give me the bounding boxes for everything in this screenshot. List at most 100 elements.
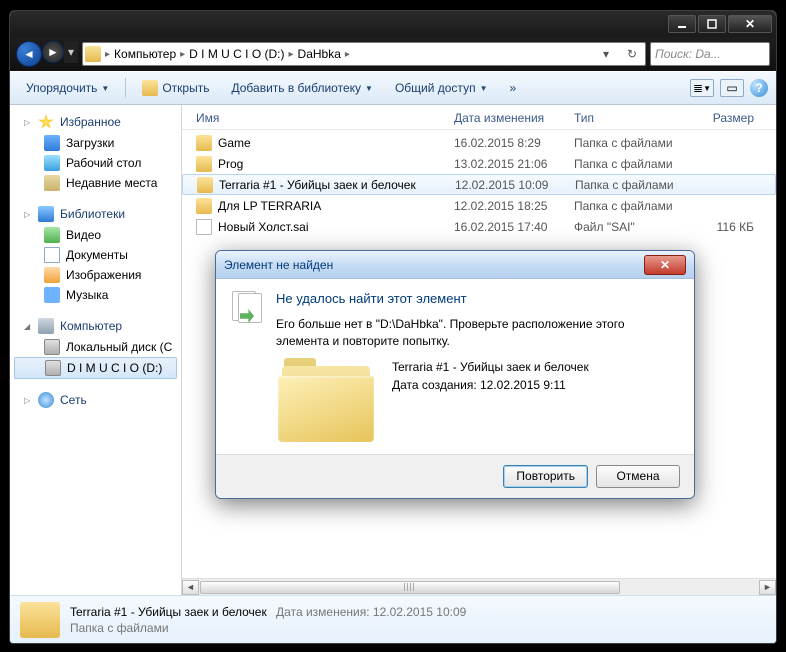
close-button[interactable]: ✕ (728, 15, 772, 33)
column-headers[interactable]: Имя Дата изменения Тип Размер (182, 105, 776, 130)
maximize-button[interactable] (698, 15, 726, 33)
sidebar-item-drive-c[interactable]: Локальный диск (C (10, 337, 181, 357)
toolbar: Упорядочить▼ Открыть Добавить в библиоте… (10, 71, 776, 105)
sidebar-item-documents[interactable]: Документы (10, 245, 181, 265)
file-date: 12.02.2015 18:25 (454, 199, 574, 213)
sidebar-network[interactable]: ▷Сеть (10, 389, 181, 411)
file-date: 12.02.2015 10:09 (455, 178, 575, 192)
file-name: Game (218, 136, 251, 150)
sidebar-favorites[interactable]: ▷Избранное (10, 111, 181, 133)
preview-pane-toggle[interactable]: ▭ (720, 79, 744, 97)
organize-menu[interactable]: Упорядочить▼ (18, 78, 117, 98)
minimize-button[interactable] (668, 15, 696, 33)
address-bar[interactable]: ▸Компьютер▸ D I M U C I O (D:)▸ DaHbka▸ … (82, 42, 646, 66)
table-row[interactable]: Terraria #1 - Убийцы заек и белочек 12.02… (182, 174, 776, 195)
move-icon (232, 291, 264, 323)
file-name: Новый Холст.sai (218, 220, 309, 234)
dialog-item-created: Дата создания: 12.02.2015 9:11 (392, 376, 678, 394)
folder-icon (276, 358, 376, 448)
sidebar-item-music[interactable]: Музыка (10, 285, 181, 305)
file-name: Terraria #1 - Убийцы заек и белочек (219, 178, 416, 192)
retry-button[interactable]: Повторить (503, 465, 588, 488)
drive-icon (44, 339, 60, 355)
sidebar-item-video[interactable]: Видео (10, 225, 181, 245)
titlebar[interactable]: ✕ (10, 11, 776, 37)
status-type: Папка с файлами (70, 621, 466, 635)
address-dropdown[interactable]: ▾ (595, 43, 617, 65)
file-name: Prog (218, 157, 243, 171)
library-icon (38, 206, 54, 222)
column-type[interactable]: Тип (574, 111, 694, 125)
more-menu[interactable]: » (501, 78, 526, 98)
forward-button[interactable]: ► (42, 41, 64, 63)
scroll-right-button[interactable]: ► (759, 580, 776, 595)
sidebar-item-recent[interactable]: Недавние места (10, 173, 181, 193)
folder-icon (196, 135, 212, 151)
dialog-title: Элемент не найден (224, 258, 333, 272)
history-dropdown[interactable]: ▾ (64, 41, 78, 63)
search-input[interactable]: Поиск: Da... (650, 42, 770, 66)
table-row[interactable]: Новый Холст.sai16.02.2015 17:40Файл "SAI… (182, 216, 776, 237)
network-icon (38, 392, 54, 408)
file-date: 13.02.2015 21:06 (454, 157, 574, 171)
file-name: Для LP TERRARIA (218, 199, 321, 213)
file-type: Папка с файлами (575, 178, 695, 192)
dialog-heading: Не удалось найти этот элемент (276, 291, 678, 306)
view-options[interactable]: ≣ ▼ (690, 79, 714, 97)
status-bar: Terraria #1 - Убийцы заек и белочек Дата… (10, 595, 776, 643)
folder-icon (20, 602, 60, 638)
folder-icon (85, 46, 101, 62)
sidebar-item-desktop[interactable]: Рабочий стол (10, 153, 181, 173)
music-icon (44, 287, 60, 303)
help-button[interactable]: ? (750, 79, 768, 97)
open-icon (142, 80, 158, 96)
sidebar-libraries[interactable]: ▷Библиотеки (10, 203, 181, 225)
scroll-thumb[interactable] (200, 581, 620, 594)
folder-icon (197, 177, 213, 193)
navigation-bar: ◄ ► ▾ ▸Компьютер▸ D I M U C I O (D:)▸ Da… (10, 37, 776, 71)
folder-icon (196, 156, 212, 172)
file-type: Папка с файлами (574, 136, 694, 150)
add-to-library-menu[interactable]: Добавить в библиотеку▼ (223, 78, 380, 98)
table-row[interactable]: Для LP TERRARIA 12.02.2015 18:25Папка с ф… (182, 195, 776, 216)
column-size[interactable]: Размер (694, 111, 754, 125)
column-date[interactable]: Дата изменения (454, 111, 574, 125)
document-icon (44, 247, 60, 263)
refresh-button[interactable]: ↻ (621, 43, 643, 65)
back-button[interactable]: ◄ (16, 41, 42, 67)
folder-icon (196, 198, 212, 214)
recent-icon (44, 175, 60, 191)
file-size: 116 КБ (694, 220, 754, 234)
sidebar: ▷Избранное Загрузки Рабочий стол Недавни… (10, 105, 182, 595)
scroll-left-button[interactable]: ◄ (182, 580, 199, 595)
file-type: Папка с файлами (574, 199, 694, 213)
sidebar-computer[interactable]: ◢Компьютер (10, 315, 181, 337)
table-row[interactable]: Game 16.02.2015 8:29Папка с файлами (182, 132, 776, 153)
dialog-message: Его больше нет в "D:\DaHbka". Проверьте … (276, 316, 678, 350)
sidebar-item-downloads[interactable]: Загрузки (10, 133, 181, 153)
drive-icon (45, 360, 61, 376)
star-icon (38, 114, 54, 130)
open-button[interactable]: Открыть (134, 77, 217, 99)
cancel-button[interactable]: Отмена (596, 465, 680, 488)
breadcrumb[interactable]: D I M U C I O (D:)▸ (189, 47, 293, 61)
dialog-close-button[interactable]: ✕ (644, 255, 686, 275)
horizontal-scrollbar[interactable]: ◄ ► (182, 578, 776, 595)
breadcrumb[interactable]: DaHbka▸ (298, 47, 350, 61)
file-type: Папка с файлами (574, 157, 694, 171)
download-icon (44, 135, 60, 151)
file-icon (196, 219, 212, 235)
file-date: 16.02.2015 8:29 (454, 136, 574, 150)
column-name[interactable]: Имя (196, 111, 454, 125)
file-date: 16.02.2015 17:40 (454, 220, 574, 234)
computer-icon (38, 318, 54, 334)
table-row[interactable]: Prog 13.02.2015 21:06Папка с файлами (182, 153, 776, 174)
video-icon (44, 227, 60, 243)
breadcrumb[interactable]: ▸Компьютер▸ (105, 47, 185, 61)
sidebar-item-drive-d[interactable]: D I M U C I O (D:) (14, 357, 177, 379)
share-menu[interactable]: Общий доступ▼ (387, 78, 496, 98)
dialog-titlebar[interactable]: Элемент не найден ✕ (216, 251, 694, 279)
desktop-icon (44, 155, 60, 171)
dialog-item-name: Terraria #1 - Убийцы заек и белочек (392, 358, 678, 376)
sidebar-item-pictures[interactable]: Изображения (10, 265, 181, 285)
